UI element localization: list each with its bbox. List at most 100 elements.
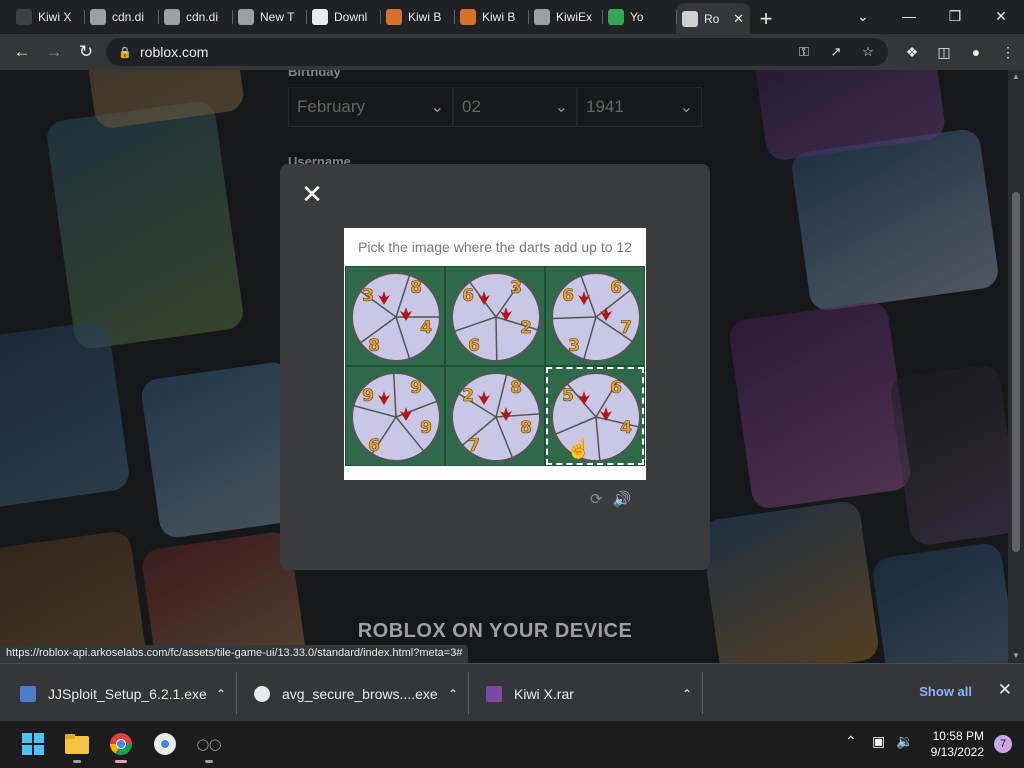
dartboard-image: 6 6 7 3 (551, 272, 641, 362)
restore-button[interactable]: ❐ (932, 0, 978, 32)
reload-button[interactable]: ↻ (70, 36, 102, 68)
dart-number: 9 (410, 378, 422, 398)
tab-label: Kiwi X (38, 10, 72, 24)
minimize-button[interactable]: — (886, 0, 932, 32)
exe-icon (20, 686, 36, 702)
check-icon (608, 9, 624, 25)
browser-tab[interactable]: cdn.di (84, 3, 158, 31)
scroll-up-icon[interactable]: ▲ (1008, 70, 1024, 84)
hand-cursor-icon: ☝ (566, 438, 591, 460)
tab-search-icon[interactable]: ⌄ (840, 0, 886, 32)
tab-label: cdn.di (112, 10, 145, 24)
share-icon[interactable]: ↗ (820, 38, 852, 66)
captcha-tile[interactable]: 6 3 2 6 (445, 266, 545, 366)
browser-tab[interactable]: New T (232, 3, 306, 31)
kiwi-icon (460, 9, 476, 25)
browser-tab[interactable]: Ro ✕ (676, 3, 750, 34)
browser-tab[interactable]: Yo (602, 3, 676, 31)
dart-number: 6 (368, 436, 380, 456)
back-button[interactable]: ← (6, 36, 38, 68)
chrome-icon (238, 9, 254, 25)
download-shelf: JJSploit_Setup_6.2.1.exe ⌃ avg_secure_br… (0, 663, 1024, 721)
file-explorer-icon[interactable] (64, 731, 90, 763)
captcha-prompt: Pick the image where the darts add up to… (358, 239, 632, 255)
dart-number: 8 (520, 418, 532, 438)
show-all-button[interactable]: Show all (919, 684, 972, 699)
captcha-modal: ✕ Pick the image where the darts add up … (280, 164, 710, 570)
dart-number: 3 (568, 336, 580, 356)
captcha-tile[interactable]: 2 8 8 7 (445, 366, 545, 466)
browser-tab[interactable]: Kiwi X (10, 3, 84, 31)
chevron-up-icon[interactable]: ⌃ (448, 687, 458, 701)
dart-number: 9 (420, 418, 432, 438)
key-icon[interactable]: ⚿ (788, 38, 820, 66)
download-item[interactable]: Kiwi X.rar ⌃ (486, 674, 702, 714)
browser-tab[interactable]: cdn.di (158, 3, 232, 31)
captcha-tile[interactable]: 5 6 4 (545, 366, 645, 466)
chrome-icon[interactable] (108, 731, 134, 763)
bookmark-star-icon[interactable]: ☆ (852, 38, 884, 66)
tab-list: Kiwi X cdn.di cdn.di New T Downl Kiwi B Kiwi B… (0, 0, 750, 34)
dart-number: 4 (420, 318, 432, 338)
download-item[interactable]: JJSploit_Setup_6.2.1.exe ⌃ (20, 674, 236, 714)
audio-icon[interactable]: 🔊 (613, 490, 632, 508)
app-icon[interactable]: ◯◯ (196, 731, 222, 763)
window-controls: ⌄ — ❐ ✕ (840, 0, 1024, 32)
network-icon[interactable]: ▣ (872, 733, 885, 750)
windows-start-icon[interactable] (20, 731, 46, 757)
tab-label: Downl (334, 10, 368, 24)
side-panel-icon[interactable]: ◫ (928, 36, 960, 68)
scroll-down-icon[interactable]: ▼ (1008, 649, 1024, 663)
tab-label: Kiwi B (482, 10, 516, 24)
captcha-tile[interactable]: 6 6 7 3 (545, 266, 645, 366)
browser-tab[interactable]: Kiwi B (380, 3, 454, 31)
forward-button[interactable]: → (38, 36, 70, 68)
tab-label: Kiwi B (408, 10, 442, 24)
running-indicator (73, 760, 81, 763)
clock-date: 9/13/2022 (930, 745, 984, 759)
browser-tab[interactable]: Downl (306, 3, 380, 31)
kiwi-icon (16, 9, 32, 25)
avg-icon (254, 686, 270, 702)
chevron-up-icon[interactable]: ⌃ (216, 687, 226, 701)
roblox-icon (682, 10, 698, 27)
new-tab-button[interactable]: + (750, 3, 782, 34)
tab-label: Yo (630, 10, 644, 24)
dart-number: 8 (368, 336, 380, 356)
browser-tab[interactable]: KiwiEx (528, 3, 602, 31)
chevron-up-icon[interactable]: ⌃ (845, 733, 857, 750)
chevron-up-icon[interactable]: ⌃ (682, 687, 692, 701)
dart-number: 2 (462, 386, 474, 406)
dart-number: 6 (610, 378, 622, 398)
dart-number: 7 (620, 318, 632, 338)
captcha-grid: 3 8 4 8 6 3 2 6 6 6 7 3 9 9 9 6 2 8 8 7 5 6 4 (345, 266, 645, 466)
browser-tab[interactable]: Kiwi B (454, 3, 528, 31)
chrome-canary-icon[interactable] (152, 731, 178, 757)
volume-icon[interactable]: 🔉 (896, 733, 913, 750)
download-filename: Kiwi X.rar (514, 686, 574, 702)
close-window-button[interactable]: ✕ (978, 0, 1024, 32)
download-filename: avg_secure_brows....exe (282, 686, 438, 702)
address-bar[interactable]: 🔒 roblox.com ⚿ ↗ ☆ (106, 38, 888, 66)
lock-icon: 🔒 (118, 46, 132, 59)
divider (236, 672, 237, 714)
dart-number: 6 (468, 336, 480, 356)
profile-icon[interactable]: ● (960, 36, 992, 68)
extensions-icon[interactable]: ❖ (896, 36, 928, 68)
notification-badge[interactable]: 7 (994, 735, 1012, 753)
close-icon[interactable]: ✕ (998, 680, 1012, 700)
download-item[interactable]: avg_secure_brows....exe ⌃ (254, 674, 468, 714)
dart-number: 8 (410, 278, 422, 298)
captcha-tile[interactable]: 3 8 4 8 (345, 266, 445, 366)
close-tab-icon[interactable]: ✕ (733, 11, 744, 27)
system-clock[interactable]: 10:58 PM 9/13/2022 (931, 728, 984, 760)
captcha-tile[interactable]: 9 9 9 6 (345, 366, 445, 466)
page-scrollbar[interactable]: ▲ ▼ (1008, 70, 1024, 663)
close-icon[interactable]: ✕ (300, 181, 324, 207)
menu-icon[interactable]: ⋮ (992, 36, 1024, 68)
divider (468, 672, 469, 714)
scrollbar-thumb[interactable] (1012, 192, 1020, 552)
refresh-icon[interactable]: ⟳ (590, 490, 603, 508)
dart-number: 6 (462, 286, 474, 306)
globe-icon (534, 9, 550, 25)
